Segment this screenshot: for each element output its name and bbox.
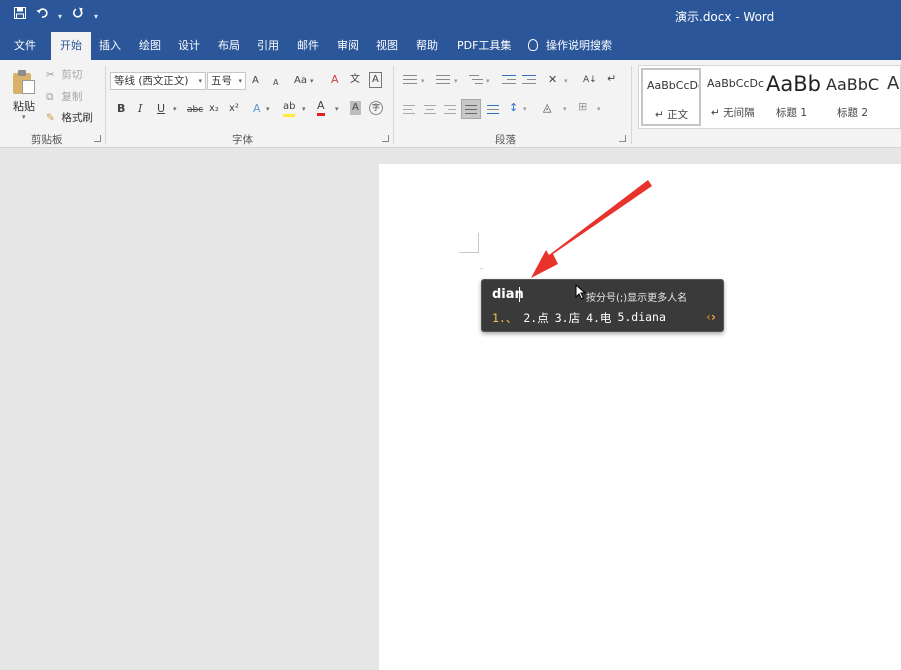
annotation-arrow-icon [531,180,652,278]
